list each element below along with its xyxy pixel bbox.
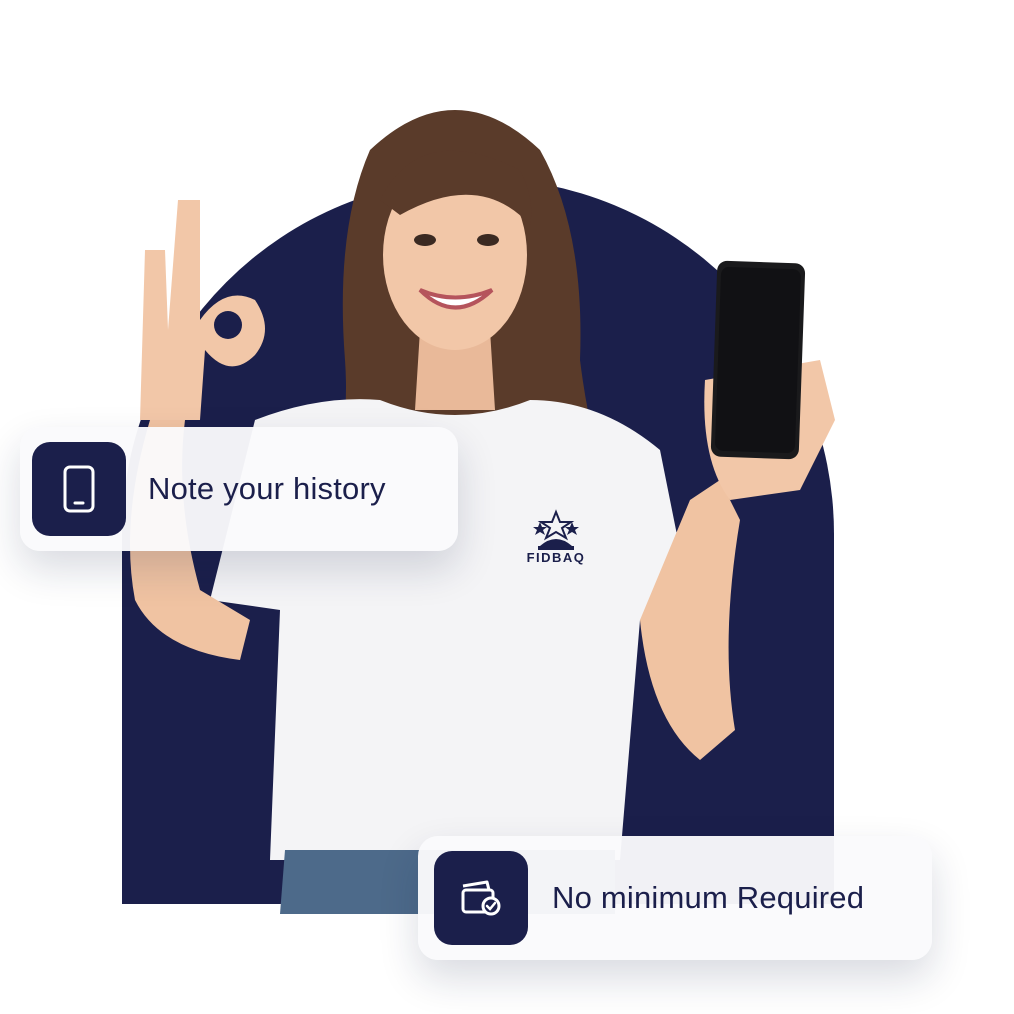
feature-label: No minimum Required: [552, 880, 865, 915]
left-eye: [414, 234, 436, 246]
feature-icon-box: [32, 442, 126, 536]
feature-icon-box: [434, 851, 528, 945]
wallet-cards-icon: [461, 880, 501, 916]
hero-illustration: FIDBAQ Note your history No minimum Requ…: [0, 0, 1014, 1014]
feature-card-no-minimum: No minimum Required: [418, 836, 932, 960]
feature-label: Note your history: [148, 471, 386, 506]
feature-card-history: Note your history: [20, 427, 458, 551]
smartphone-icon: [63, 465, 95, 513]
shirt-logo-text: FIDBAQ: [527, 550, 586, 565]
right-eye: [477, 234, 499, 246]
left-hand-ok: [140, 200, 265, 420]
